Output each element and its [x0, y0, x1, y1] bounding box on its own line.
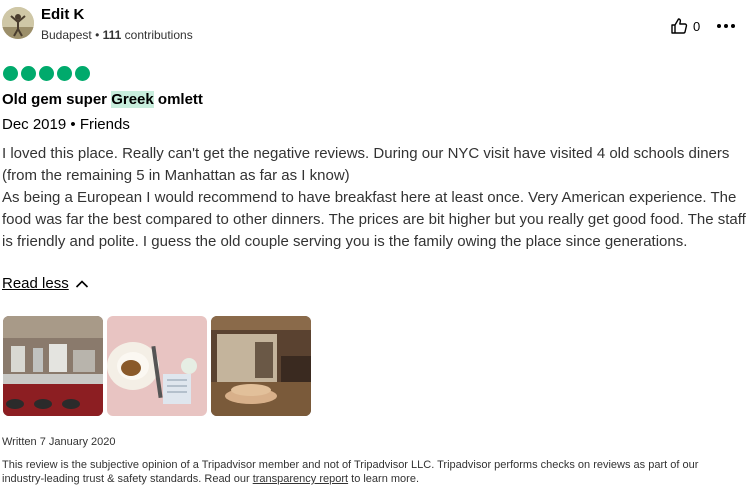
author-location: Budapest [41, 28, 92, 42]
more-options-icon [717, 24, 735, 28]
review-body: I loved this place. Really can't get the… [2, 145, 746, 250]
review-disclaimer: This review is the subjective opinion of… [2, 458, 742, 486]
helpful-vote-button[interactable]: 0 [670, 17, 700, 35]
contributions-label: contributions [124, 28, 193, 42]
rating-bubble [3, 66, 18, 81]
review-photo-diner-interior[interactable] [211, 316, 311, 416]
review-card: Edit K Budapest • 111 contributions 0 Ol… [0, 0, 754, 493]
written-date: Written 7 January 2020 [2, 436, 116, 448]
review-title-highlight: Greek [111, 91, 154, 108]
rating-bubble [57, 66, 72, 81]
trip-type: Friends [79, 116, 130, 133]
visit-info: Dec 2019 • Friends [2, 116, 130, 133]
disclaimer-text-end: to learn more. [348, 473, 419, 485]
author-meta: Budapest • 111 contributions [41, 28, 193, 42]
rating-bubble [75, 66, 90, 81]
read-less-button[interactable]: Read less [2, 275, 89, 292]
visit-separator: • [70, 116, 80, 133]
review-title-start: Old gem super [2, 91, 112, 108]
visit-date: Dec 2019 [2, 116, 67, 133]
rating-bubble [21, 66, 36, 81]
rating-bubbles [3, 66, 90, 81]
read-less-label: Read less [2, 275, 69, 292]
thumbs-up-icon [671, 18, 688, 34]
contributions-count: 111 [102, 28, 122, 42]
helpful-count: 0 [693, 18, 701, 34]
rating-bubble [39, 66, 54, 81]
author-name[interactable]: Edit K [41, 6, 84, 23]
review-photo-coffee-cup[interactable] [107, 316, 207, 416]
avatar[interactable] [2, 7, 34, 39]
meta-separator: • [95, 28, 103, 42]
review-photo-diner-counter[interactable] [3, 316, 103, 416]
more-options-button[interactable] [714, 16, 738, 36]
chevron-up-icon [75, 279, 88, 288]
transparency-report-link[interactable]: transparency report [253, 473, 348, 485]
review-title[interactable]: Old gem super Greek omlett [2, 91, 203, 108]
review-photos [3, 316, 311, 416]
review-title-end: omlett [153, 91, 203, 108]
